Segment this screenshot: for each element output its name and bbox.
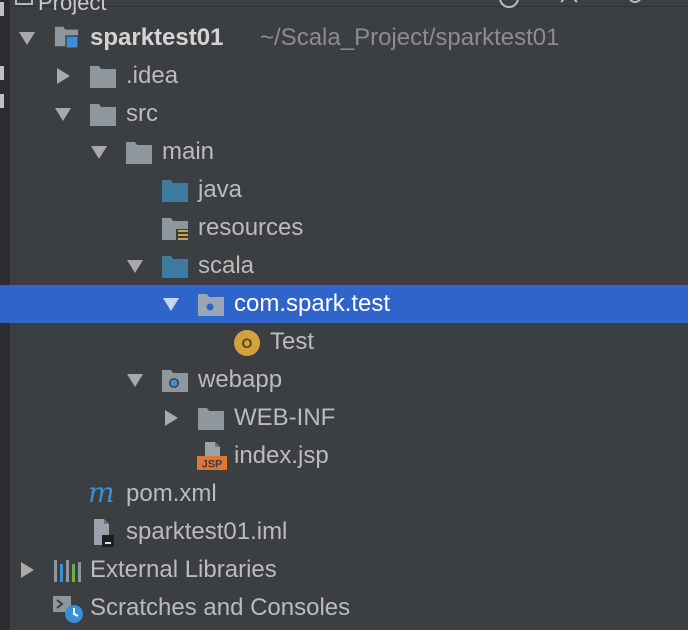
module-folder-icon	[54, 26, 79, 49]
iml-file-icon	[94, 519, 114, 547]
tree-item-label: webapp	[198, 366, 283, 393]
tree-item-webapp[interactable]: webapp	[0, 361, 688, 399]
tool-strip-marker	[0, 2, 4, 16]
tree-item-label: scala	[198, 252, 255, 279]
scratches-icon	[53, 596, 83, 623]
tree-item-idea[interactable]: .idea	[0, 57, 688, 95]
tree-item-sparktest01[interactable]: sparktest01 ~/Scala_Project/sparktest01	[0, 19, 688, 57]
gear-icon[interactable]	[624, 0, 646, 14]
project-tree: sparktest01 ~/Scala_Project/sparktest01 …	[0, 19, 688, 627]
root-project-name: sparktest01	[90, 24, 224, 51]
library-icon	[54, 560, 81, 582]
chevron-down-icon[interactable]	[126, 372, 144, 388]
tree-item-label: resources	[198, 214, 304, 241]
tree-item-test[interactable]: O Test	[0, 323, 688, 361]
chevron-down-icon[interactable]	[126, 258, 144, 274]
tree-item-com-spark-test[interactable]: com.spark.test	[0, 285, 688, 323]
project-view-icon	[15, 0, 33, 5]
jsp-badge: JSP	[202, 459, 223, 471]
locate-icon[interactable]	[498, 0, 520, 14]
tree-item-label: Test	[270, 328, 315, 355]
project-tool-window: Project sparktest01 ~/Scala_Project/spar…	[0, 0, 688, 630]
tree-item-label: sparktest01.iml	[126, 518, 288, 545]
tree-item-scala[interactable]: scala	[0, 247, 688, 285]
folder-icon	[198, 408, 224, 430]
tree-item-label: .idea	[126, 62, 179, 89]
project-header-title[interactable]: Project	[38, 0, 106, 16]
tree-item-pom-xml[interactable]: m pom.xml	[0, 475, 688, 513]
chevron-right-icon[interactable]	[18, 562, 36, 578]
folder-icon	[90, 66, 116, 88]
tree-item-web-inf[interactable]: WEB-INF	[0, 399, 688, 437]
tree-item-label: main	[162, 138, 215, 165]
tree-item-label: com.spark.test	[234, 290, 391, 317]
tree-item-label: WEB-INF	[234, 404, 336, 431]
tree-item-sparktest01-iml[interactable]: sparktest01.iml	[0, 513, 688, 551]
root-project-path: ~/Scala_Project/sparktest01	[260, 24, 560, 51]
chevron-right-icon[interactable]	[162, 410, 180, 426]
tree-item-label: pom.xml	[126, 480, 217, 507]
folder-icon	[90, 104, 116, 126]
tree-item-scratches-and-consoles[interactable]: Scratches and Consoles	[0, 589, 688, 627]
tree-item-index-jsp[interactable]: JSP index.jsp	[0, 437, 688, 475]
scala-object-icon: O	[234, 330, 260, 356]
package-icon	[198, 294, 224, 316]
folder-icon	[126, 142, 152, 164]
tree-item-label: Scratches and Consoles	[90, 594, 351, 621]
tree-item-label: java	[198, 176, 243, 203]
tree-item-label: src	[126, 100, 158, 127]
tree-item-label: index.jsp	[234, 442, 329, 469]
chevron-down-icon[interactable]	[18, 30, 36, 46]
tree-item-java[interactable]: java	[0, 171, 688, 209]
source-folder-icon	[162, 180, 188, 202]
source-folder-icon	[162, 256, 188, 278]
collapse-all-icon[interactable]	[558, 0, 580, 14]
project-header: Project	[10, 0, 688, 15]
jsp-file-icon: JSP	[197, 442, 227, 471]
maven-icon: m	[88, 476, 115, 509]
web-folder-icon	[162, 370, 188, 392]
chevron-down-icon[interactable]	[162, 296, 180, 312]
chevron-down-icon[interactable]	[90, 144, 108, 160]
scala-object-glyph: O	[242, 335, 253, 351]
chevron-down-icon[interactable]	[54, 106, 72, 122]
tree-item-external-libraries[interactable]: External Libraries	[0, 551, 688, 589]
chevron-right-icon[interactable]	[54, 68, 72, 84]
tree-item-label: External Libraries	[90, 556, 277, 583]
resources-folder-icon	[162, 218, 188, 241]
tree-item-resources[interactable]: resources	[0, 209, 688, 247]
tree-item-src[interactable]: src	[0, 95, 688, 133]
tree-item-main[interactable]: main	[0, 133, 688, 171]
